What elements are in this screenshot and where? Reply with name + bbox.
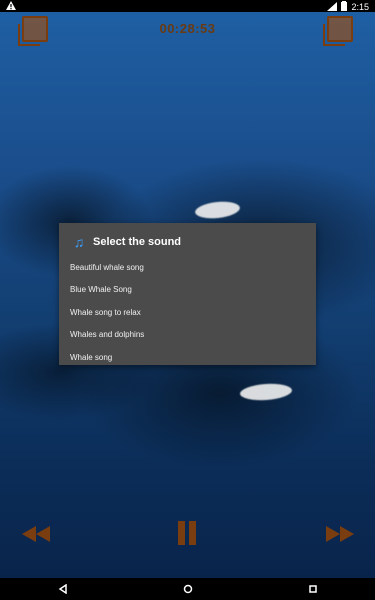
status-bar: 2:15 xyxy=(0,0,375,12)
system-nav-bar xyxy=(0,578,375,600)
dialog-title-text: Select the sound xyxy=(93,236,182,248)
list-item-label: Whales and dolphins xyxy=(70,330,145,340)
list-item-label: Whale song xyxy=(70,352,113,362)
fast-forward-icon[interactable] xyxy=(322,520,358,548)
orca-eye-patch xyxy=(194,199,241,221)
list-item[interactable]: Blue Whale Song xyxy=(59,279,316,302)
session-timer: 00:28:53 xyxy=(159,21,216,36)
list-item-label: Beautiful whale song xyxy=(70,262,144,272)
music-note-icon: ♫ xyxy=(73,234,85,250)
dialog-title: ♫ Select the sound xyxy=(71,234,181,250)
signal-icon xyxy=(327,1,338,13)
sound-list: Beautiful whale song Blue Whale Song Wha… xyxy=(59,256,316,369)
playlist-add-icon[interactable] xyxy=(323,14,355,46)
list-item-label: Blue Whale Song xyxy=(70,285,132,295)
playback-controls xyxy=(0,515,375,555)
status-time: 2:15 xyxy=(351,2,369,12)
warning-icon xyxy=(6,1,16,12)
pause-icon[interactable] xyxy=(172,517,202,549)
home-icon[interactable] xyxy=(173,580,203,598)
back-icon[interactable] xyxy=(48,580,78,598)
list-item[interactable]: Whales and dolphins xyxy=(59,324,316,347)
list-item[interactable]: Whale song xyxy=(59,346,316,369)
top-bar: 00:28:53 xyxy=(0,12,375,48)
select-sound-dialog: ♫ Select the sound Beautiful whale song … xyxy=(59,223,316,365)
orca-eye-patch-lower xyxy=(239,382,293,402)
list-item-label: Whale song to relax xyxy=(70,307,141,317)
list-item[interactable]: Whale song to relax xyxy=(59,301,316,324)
list-item[interactable]: Beautiful whale song xyxy=(59,256,316,279)
rewind-icon[interactable] xyxy=(18,520,54,548)
recents-icon[interactable] xyxy=(298,580,328,598)
